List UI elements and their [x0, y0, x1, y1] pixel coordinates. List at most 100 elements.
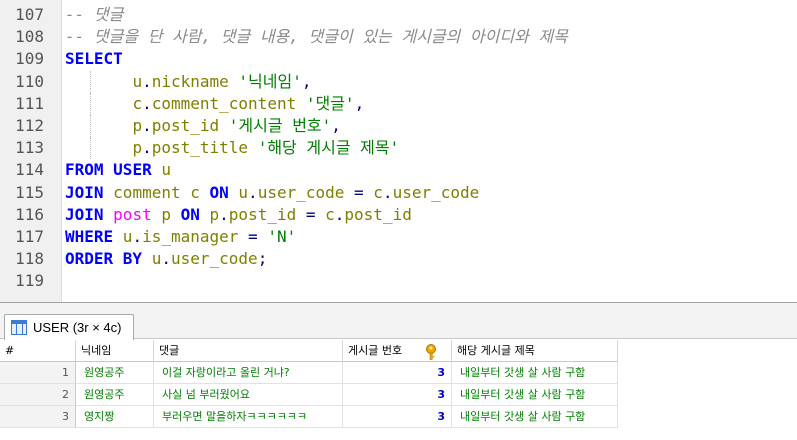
line-number: 109	[15, 49, 44, 69]
table-cell[interactable]: 내일부터 갓생 살 사람 구함	[452, 384, 618, 406]
sql-editor[interactable]: 107 -- 댓글 108 -- 댓글을 단 사람, 댓글 내용, 댓글이 있는 게시…	[0, 0, 797, 302]
code-token: comment	[113, 182, 191, 202]
code-token: SELECT	[65, 49, 123, 69]
row-number[interactable]: 3	[0, 406, 76, 428]
code-token: .	[248, 182, 258, 202]
code-token: user_code	[392, 182, 480, 202]
code-token: ,	[301, 71, 312, 91]
table-cell[interactable]: 3	[343, 362, 452, 384]
code-token: u	[132, 71, 143, 91]
code-token: -- 댓글	[65, 5, 124, 24]
code-line[interactable]: 117 WHERE u.is_manager = 'N'	[0, 226, 797, 248]
code-line[interactable]: 118 ORDER BY u.user_code;	[0, 248, 797, 270]
code-line[interactable]: 110 u.nickname '닉네임',	[0, 70, 797, 93]
code-token: =	[354, 182, 374, 202]
line-number: 110	[15, 71, 44, 91]
code-token: ON	[180, 204, 210, 224]
code-token: WHERE	[65, 227, 123, 246]
code-line[interactable]: 109 SELECT	[0, 48, 797, 70]
code-text: JOIN post p ON p.post_id = c.post_id	[65, 204, 412, 226]
code-token: ORDER	[65, 249, 123, 269]
code-text: WHERE u.is_manager = 'N'	[65, 226, 296, 248]
table-cell[interactable]: 이걸 자랑이라고 올린 거냐?	[154, 362, 343, 384]
column-header[interactable]: 해당 게시글 제목	[452, 340, 618, 362]
table-cell[interactable]: 3	[343, 384, 452, 406]
code-line[interactable]: 108 -- 댓글을 단 사람, 댓글 내용, 댓글이 있는 게시글의 아이디와 …	[0, 26, 797, 48]
result-grid[interactable]: # 닉네임 댓글 게시글 번호 해당 게시글 제목 1 원영공주 이걸 자랑이라고 올린 거냐…	[0, 340, 797, 440]
code-token: c	[325, 204, 335, 224]
code-token: c	[373, 182, 383, 202]
code-line[interactable]: 113 p.post_title '해당 게시글 제목'	[0, 137, 797, 160]
code-token: .	[142, 138, 152, 158]
result-tab-label: USER (3r × 4c)	[33, 320, 122, 335]
code-token: .	[142, 116, 152, 135]
line-number: 119	[15, 271, 44, 291]
code-text: -- 댓글	[65, 4, 123, 26]
line-number: 118	[15, 249, 44, 269]
code-token: post	[113, 204, 162, 224]
code-token: USER	[113, 160, 162, 180]
code-token: '해당 게시글 제목'	[257, 138, 400, 158]
code-token: ,	[354, 93, 365, 113]
code-token: .	[382, 182, 393, 202]
table-cell[interactable]: 내일부터 갓생 살 사람 구함	[452, 406, 618, 428]
line-number: 113	[15, 138, 44, 158]
table-cell[interactable]: 사실 넘 부러웠어요	[154, 384, 343, 406]
code-token: ;	[257, 249, 268, 269]
table-cell[interactable]: 3	[343, 406, 452, 428]
code-token: .	[334, 204, 345, 224]
code-token: JOIN	[65, 182, 114, 202]
code-line[interactable]: 111 c.comment_content '댓글',	[0, 92, 797, 115]
row-number[interactable]: 1	[0, 362, 76, 384]
code-token: FROM	[65, 160, 114, 180]
code-line[interactable]: 107 -- 댓글	[0, 4, 797, 26]
row-number[interactable]: 2	[0, 384, 76, 406]
code-token: ,	[331, 116, 341, 135]
code-token: p	[209, 204, 220, 224]
table-cell[interactable]: 내일부터 갓생 살 사람 구함	[452, 362, 618, 384]
code-token: ON	[209, 182, 239, 202]
code-text: ORDER BY u.user_code;	[65, 248, 267, 270]
code-token: c	[190, 182, 210, 202]
code-text: -- 댓글을 단 사람, 댓글 내용, 댓글이 있는 게시글의 아이디와 제목	[65, 26, 568, 48]
code-text: SELECT	[65, 48, 123, 70]
code-text: u.nickname '닉네임',	[65, 71, 312, 93]
table-cell[interactable]: 부러우면 말을하자ㅋㅋㅋㅋㅋㅋ	[154, 406, 343, 428]
code-line[interactable]: 115 JOIN comment c ON u.user_code = c.use…	[0, 182, 797, 204]
code-token: post_id	[151, 116, 229, 135]
table-cell[interactable]: 영지짱	[76, 406, 154, 428]
code-line[interactable]: 116 JOIN post p ON p.post_id = c.post_id	[0, 204, 797, 226]
line-number: 117	[15, 227, 44, 246]
result-tab-bar: USER (3r × 4c)	[0, 303, 797, 340]
code-token: .	[142, 93, 152, 113]
code-text: p.post_id '게시글 번호',	[65, 115, 341, 137]
code-token: p	[132, 116, 143, 135]
column-header[interactable]: 닉네임	[76, 340, 154, 362]
table-cell[interactable]: 원영공주	[76, 384, 154, 406]
result-tab[interactable]: USER (3r × 4c)	[4, 314, 134, 340]
code-line[interactable]: 114 FROM USER u	[0, 159, 797, 181]
code-line[interactable]: 112 p.post_id '게시글 번호',	[0, 115, 797, 137]
code-token: .	[161, 249, 171, 269]
code-token: u	[122, 227, 133, 246]
code-token: BY	[122, 249, 152, 269]
result-panel: USER (3r × 4c) # 닉네임 댓글 게시글 번호 해당 게시글 제목 1 원영공…	[0, 302, 797, 440]
code-token: 'N'	[267, 227, 297, 246]
code-line[interactable]: 119	[0, 270, 797, 292]
code-token: post_id	[228, 204, 306, 224]
line-number: 107	[15, 5, 44, 24]
code-token: =	[305, 204, 326, 224]
code-token: p	[132, 138, 143, 158]
line-number: 114	[15, 160, 44, 180]
code-token: user_code	[257, 182, 355, 202]
code-token: JOIN	[65, 204, 114, 224]
rownum-header: #	[0, 340, 76, 362]
code-token: '댓글'	[305, 93, 355, 113]
column-header[interactable]: 댓글	[154, 340, 343, 362]
table-cell[interactable]: 원영공주	[76, 362, 154, 384]
code-token: is_manager	[142, 227, 249, 246]
code-token: .	[219, 204, 229, 224]
